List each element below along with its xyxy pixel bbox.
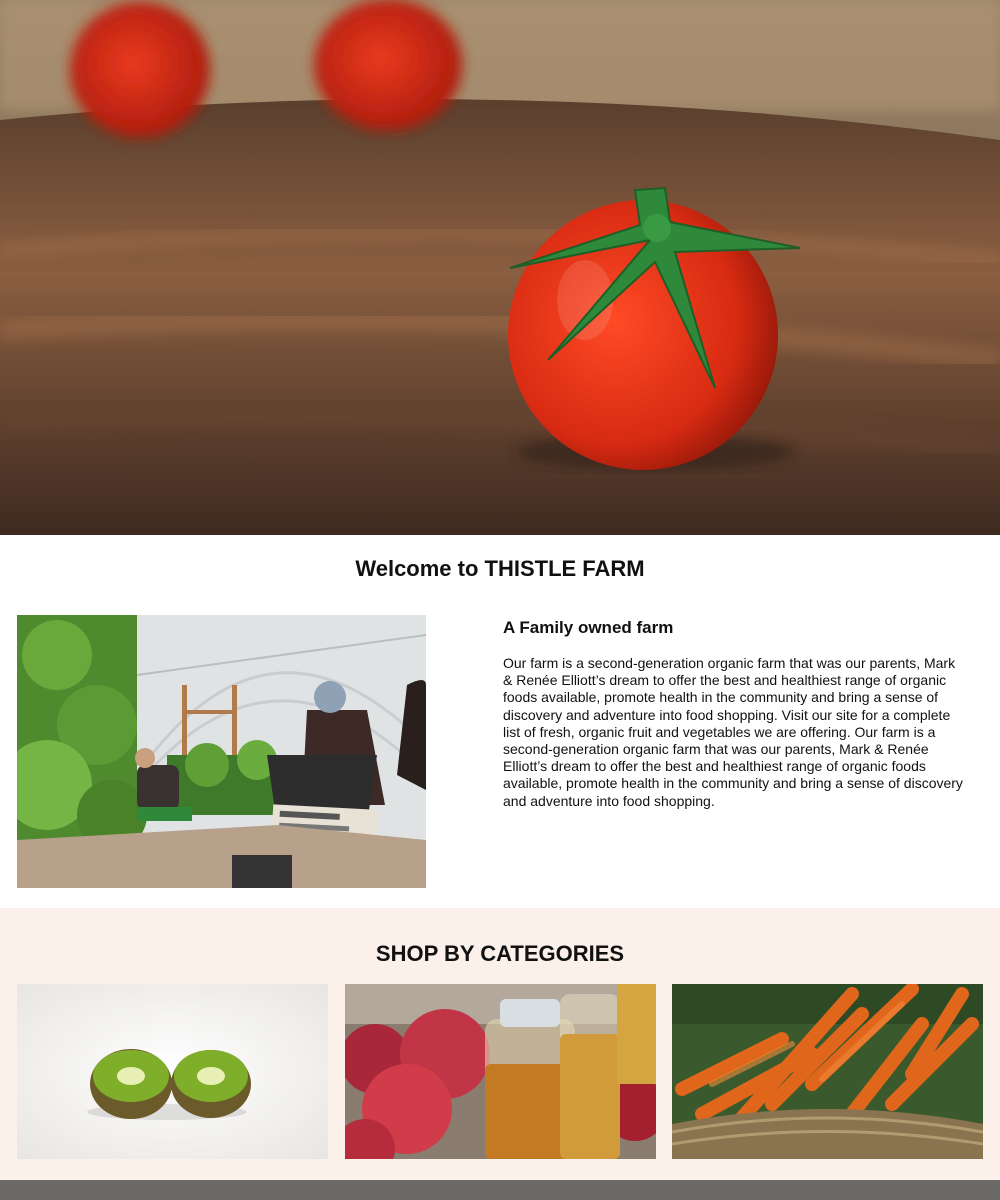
tomato-hero-illustration — [0, 0, 1000, 535]
category-card-kiwi[interactable] — [17, 984, 328, 1159]
apples-juice-image — [345, 984, 656, 1159]
category-card-carrots[interactable] — [672, 984, 983, 1159]
hero-banner-image — [0, 0, 1000, 535]
footer-bar — [0, 1180, 1000, 1200]
category-card-apples-juice[interactable] — [345, 984, 656, 1159]
categories-section: SHOP BY CATEGORIES — [0, 908, 1000, 1180]
about-body-text: Our farm is a second-generation organic … — [503, 655, 963, 809]
kiwi-image — [17, 984, 328, 1159]
greenhouse-illustration — [17, 615, 426, 888]
welcome-title: Welcome to THISTLE FARM — [355, 556, 645, 581]
about-heading: A Family owned farm — [503, 618, 674, 637]
greenhouse-photo — [17, 615, 426, 888]
categories-title: SHOP BY CATEGORIES — [375, 941, 625, 966]
carrots-image — [672, 984, 983, 1159]
